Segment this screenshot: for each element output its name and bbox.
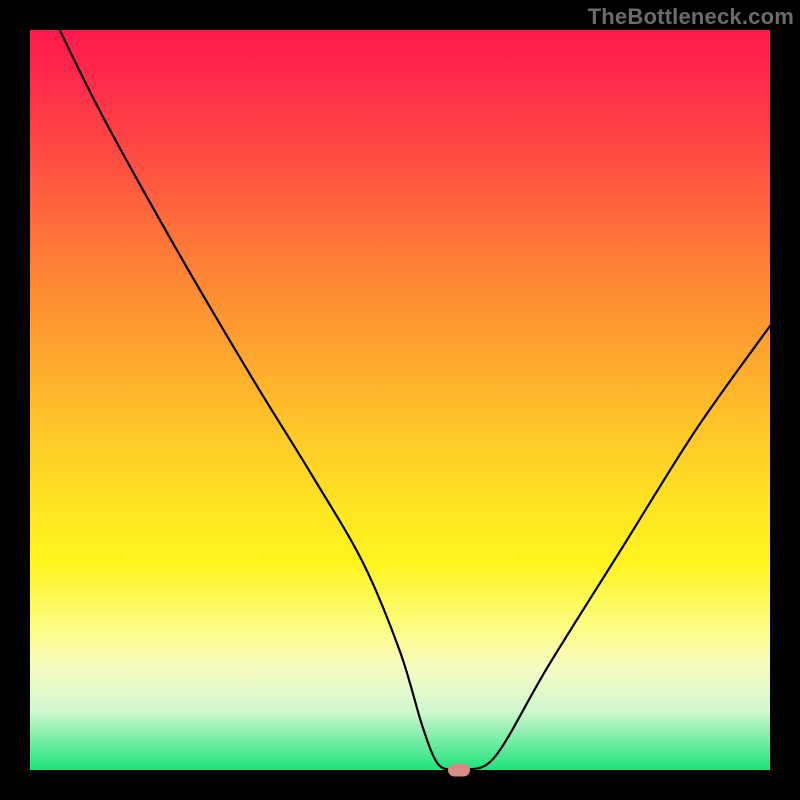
chart-frame: TheBottleneck.com — [0, 0, 800, 800]
optimum-marker — [448, 764, 470, 777]
watermark-text: TheBottleneck.com — [588, 4, 794, 30]
bottleneck-curve — [60, 30, 770, 771]
curve-layer — [30, 30, 770, 770]
